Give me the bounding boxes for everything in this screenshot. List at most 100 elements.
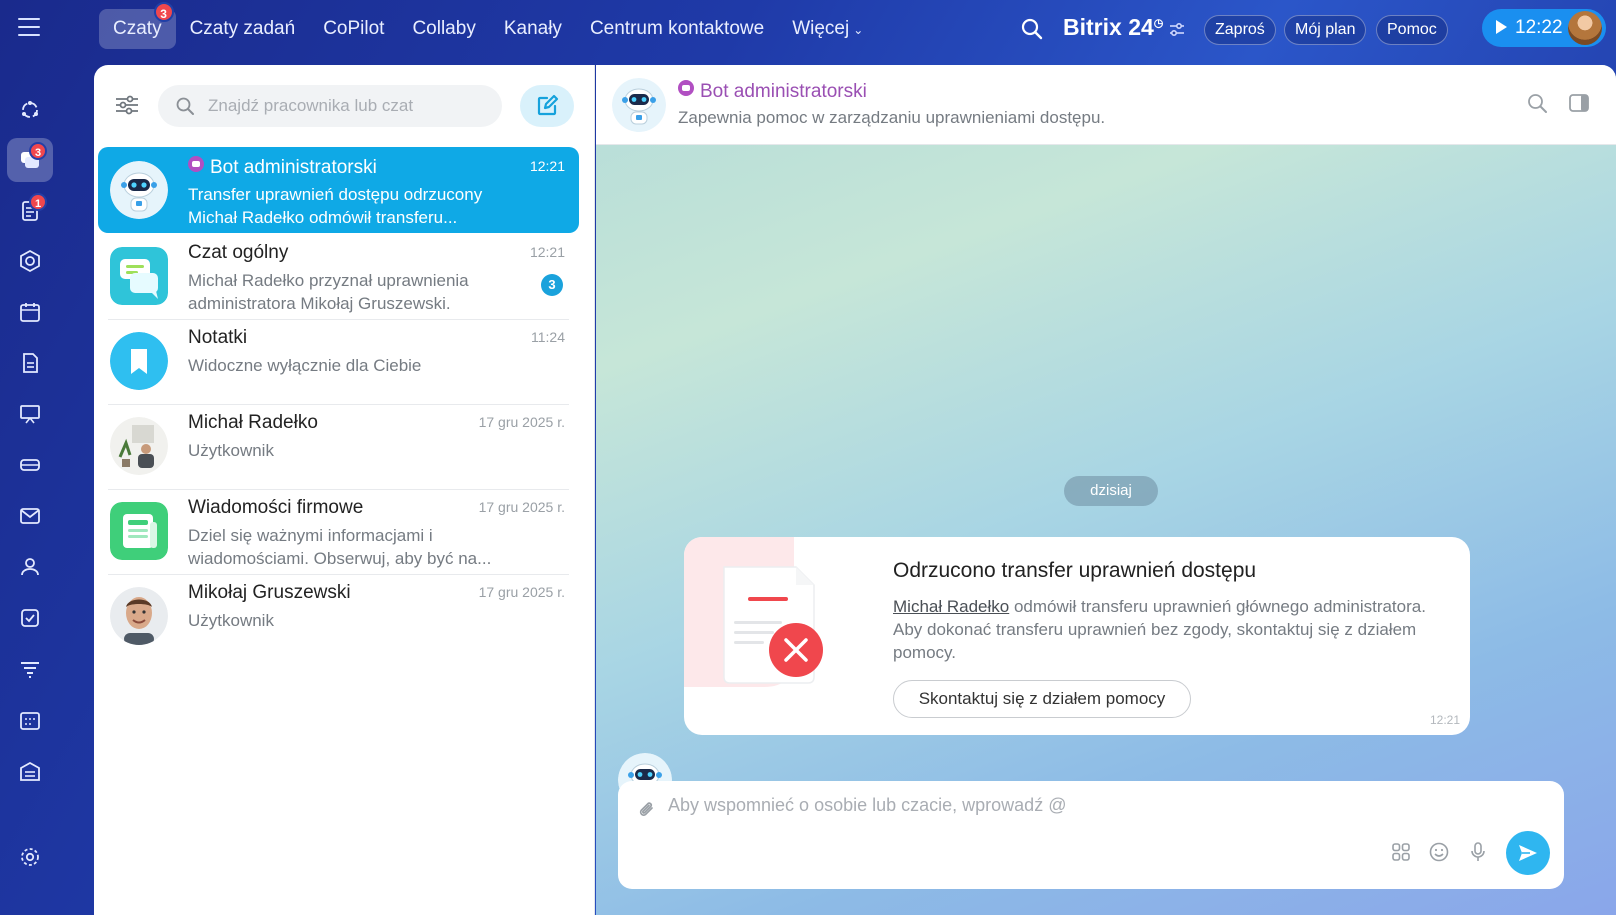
card-title: Odrzucono transfer uprawnień dostępu [893, 559, 1257, 582]
hexagon-icon [20, 249, 40, 273]
emoji-icon[interactable] [1428, 841, 1450, 863]
chat-title: Bot administratorski [188, 156, 377, 179]
contact-support-button[interactable]: Skontaktuj się z działem pomocy [893, 680, 1191, 718]
chat-list-panel: Bot administratorski 12:21 Transfer upra… [94, 65, 595, 915]
mail-icon [20, 508, 40, 524]
chat-area: Bot administratorski Zapewnia pomoc w za… [596, 65, 1616, 915]
network-icon [22, 101, 38, 118]
rail-item-booking[interactable] [7, 698, 53, 742]
chat-title: Michał Radełko [188, 412, 318, 433]
preview-line: administratora Mikołaj Gruszewski. [188, 294, 451, 313]
card-text: odmówił transferu uprawnień głównego adm… [1009, 597, 1426, 616]
rail-item-chats[interactable]: 3 [7, 138, 53, 182]
bookmark-icon [110, 332, 168, 390]
chat-time: 12:21 [529, 244, 565, 260]
search-icon[interactable] [1526, 92, 1548, 114]
rail-item-drive[interactable] [7, 443, 53, 487]
chat-time: 17 gru 2025 r. [478, 499, 565, 515]
robot-icon [110, 161, 168, 219]
chat-item-bot-admin[interactable]: Bot administratorski 12:21 Transfer upra… [98, 147, 579, 233]
chat-title[interactable]: Bot administratorski [678, 80, 867, 103]
warehouse-icon [20, 761, 40, 781]
search-icon[interactable] [1020, 17, 1044, 41]
rail-item-tasks[interactable] [7, 596, 53, 640]
rail-item-feed[interactable]: 1 [7, 189, 53, 233]
chat-title: Czat ogólny [188, 242, 289, 263]
user-avatar [110, 587, 168, 645]
nav-tab-more[interactable]: Więcej ⌄ [778, 9, 877, 49]
rail-item-crm[interactable] [7, 647, 53, 691]
rail-item-feed-graph[interactable] [7, 88, 53, 132]
send-button[interactable] [1506, 831, 1550, 875]
chat-header: Bot administratorski Zapewnia pomoc w za… [596, 65, 1616, 145]
person-photo-icon [110, 417, 168, 475]
message-input[interactable] [668, 795, 1518, 835]
rail-item-copilot[interactable] [7, 239, 53, 283]
chat-title: Notatki [188, 327, 248, 348]
brand-text: Bitrix [1063, 14, 1122, 40]
rejected-document-icon [684, 537, 823, 687]
notes-avatar [110, 332, 168, 390]
chat-title-text: Bot administratorski [210, 157, 377, 178]
person-photo-icon [110, 587, 168, 645]
card-body: Michał Radełko odmówił transferu uprawni… [893, 595, 1453, 664]
nav-tab-chats[interactable]: Czaty 3 [99, 2, 176, 49]
chat-item-mikolaj[interactable]: Mikołaj Gruszewski 17 gru 2025 r. Użytko… [98, 573, 579, 659]
chevron-down-icon: ⌄ [853, 23, 864, 37]
rail-item-settings[interactable] [7, 835, 53, 879]
brand-logo[interactable]: Bitrix 24◷ [1063, 14, 1163, 41]
invite-button[interactable]: Zaproś [1204, 15, 1276, 45]
chats-badge: 3 [29, 142, 47, 160]
apps-grid-icon[interactable] [1390, 841, 1412, 863]
new-chat-button[interactable] [520, 85, 574, 127]
compose-icon [537, 94, 559, 116]
chat-item-notes[interactable]: Notatki 11:24 Widoczne wyłącznie dla Cie… [98, 318, 579, 405]
user-avatar[interactable] [1568, 11, 1602, 45]
chat-item-general[interactable]: Czat ogólny 12:21 Michał Radełko przyzna… [98, 233, 579, 320]
clock-icon: ◷ [1153, 17, 1164, 30]
sliders-icon[interactable] [1168, 21, 1186, 39]
rail-item-mail[interactable] [7, 494, 53, 538]
preview-line: Użytkownik [188, 611, 274, 630]
rail-item-employees[interactable] [7, 545, 53, 589]
chat-item-company-news[interactable]: Wiadomości firmowe 17 gru 2025 r. Dziel … [98, 488, 579, 575]
nav-tab-collaby[interactable]: Collaby [398, 9, 489, 49]
funnel-icon [21, 662, 39, 678]
side-panel-icon[interactable] [1568, 92, 1590, 114]
general-chat-avatar [110, 247, 168, 305]
worktime-button[interactable]: 12:22 [1482, 9, 1606, 47]
bot-avatar[interactable] [612, 78, 666, 132]
nav-tab-task-chats[interactable]: Czaty zadań [176, 9, 310, 49]
chat-preview: Transfer uprawnień dostępu odrzucony Mich… [188, 183, 548, 229]
chat-search-input[interactable] [208, 85, 488, 127]
document-icon [23, 353, 38, 373]
user-avatar [110, 417, 168, 475]
chat-item-michal[interactable]: Michał Radełko 17 gru 2025 r. Użytkownik [98, 403, 579, 490]
nav-tab-contact-center[interactable]: Centrum kontaktowe [576, 9, 778, 49]
checkbox-icon [21, 609, 39, 627]
message-time: 12:21 [1429, 713, 1460, 727]
menu-icon[interactable] [18, 18, 40, 36]
feed-badge: 1 [29, 193, 47, 211]
nav-tab-channels[interactable]: Kanały [490, 9, 576, 49]
chat-preview: Użytkownik [188, 609, 548, 632]
nav-tab-copilot[interactable]: CoPilot [309, 9, 398, 49]
top-bar: Czaty 3 Czaty zadań CoPilot Collaby Kana… [0, 0, 1616, 60]
my-plan-button[interactable]: Mój plan [1284, 15, 1367, 45]
rail-item-docs[interactable] [7, 341, 53, 385]
nav-label: CoPilot [323, 18, 385, 39]
help-button[interactable]: Pomoc [1376, 15, 1448, 45]
rail-item-store[interactable] [7, 749, 53, 793]
rail-item-calendar[interactable] [7, 290, 53, 334]
microphone-icon[interactable] [1467, 841, 1489, 863]
user-mention-link[interactable]: Michał Radełko [893, 597, 1009, 616]
bot-avatar [110, 161, 168, 219]
robot-icon [612, 78, 666, 132]
nav-label: Collaby [412, 18, 476, 39]
paperclip-icon[interactable] [636, 799, 658, 821]
filter-sliders-icon[interactable] [114, 94, 140, 116]
newspaper-icon [110, 502, 168, 560]
presentation-icon [20, 405, 40, 424]
rail-item-boards[interactable] [7, 392, 53, 436]
system-message-card: Odrzucono transfer uprawnień dostępu Mic… [684, 537, 1470, 735]
